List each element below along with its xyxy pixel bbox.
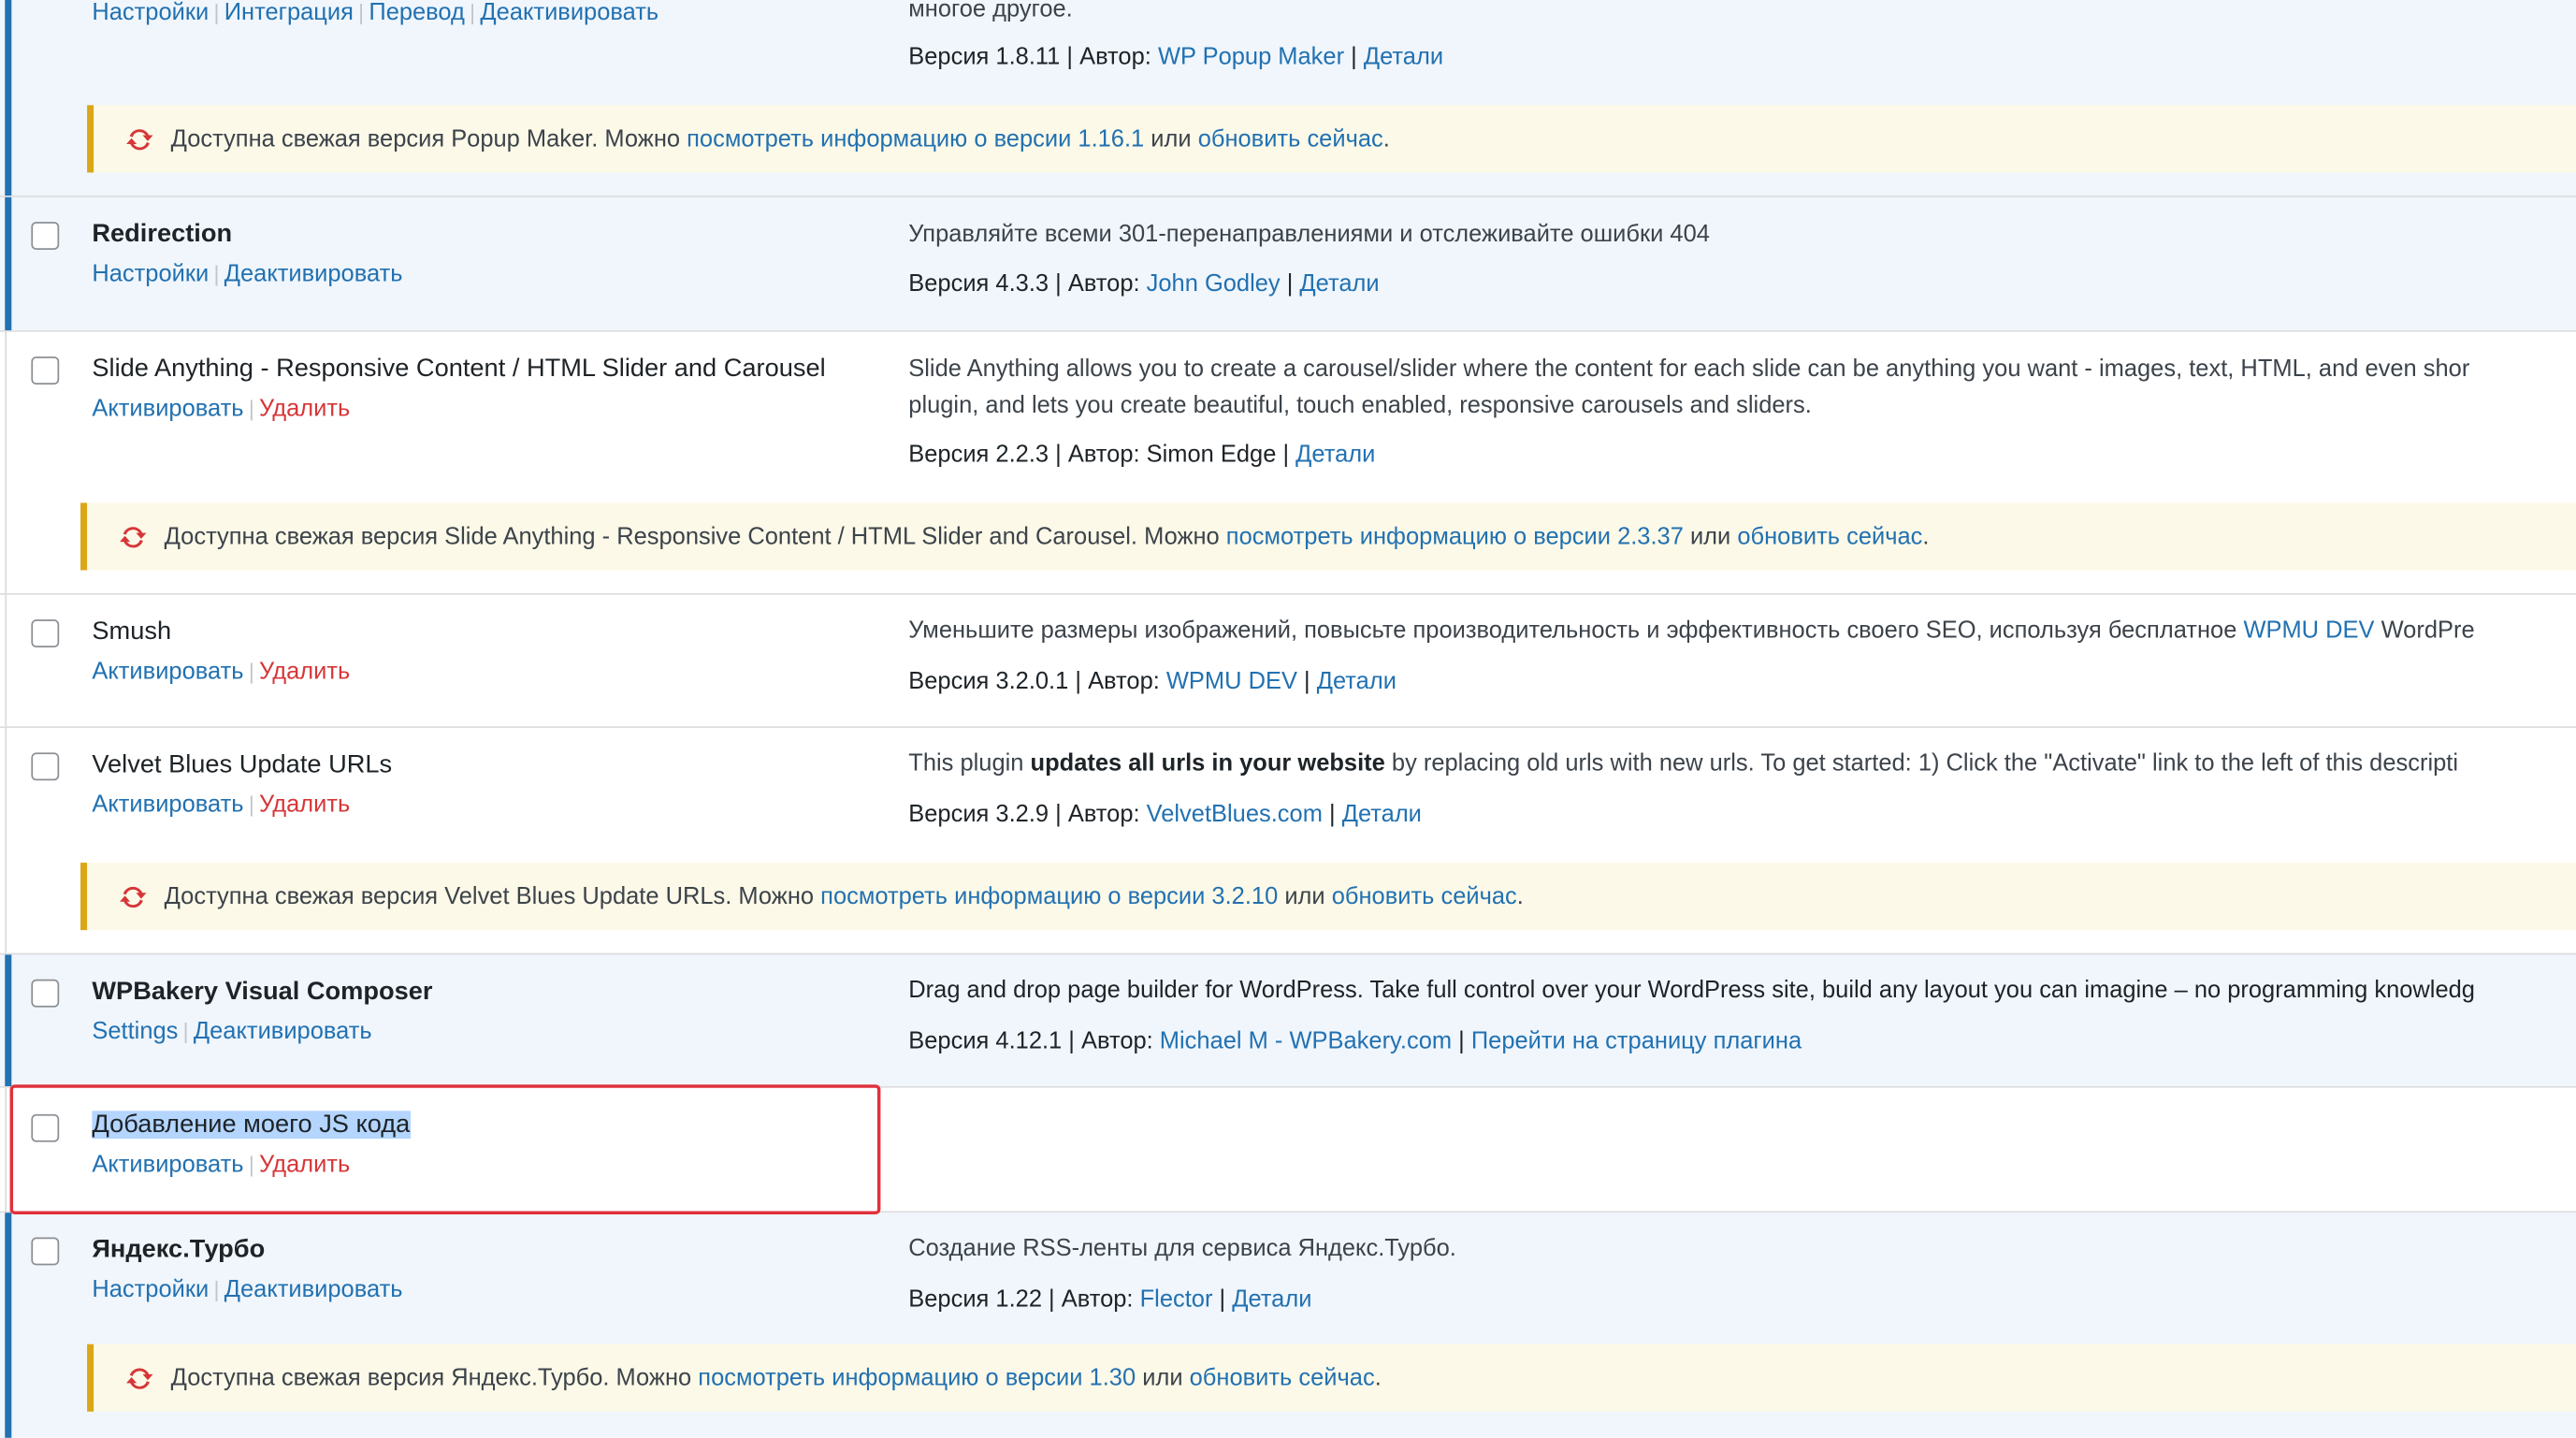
settings-link[interactable]: Настройки bbox=[92, 261, 209, 287]
plugin-actions: Настройки | Деактивировать bbox=[92, 1276, 403, 1303]
details-link[interactable]: Детали bbox=[1232, 1286, 1311, 1313]
update-now-link[interactable]: обновить сейчас bbox=[1737, 523, 1922, 549]
plugin-actions: Settings | Деактивировать bbox=[92, 1018, 372, 1046]
plugin-row-wpbakery: WPBakery Visual Composer Settings | Деакти… bbox=[0, 954, 2576, 1088]
plugin-version: Версия 2.2.3 | Автор: Simon Edge | Детал… bbox=[908, 442, 1376, 469]
update-icon bbox=[120, 526, 147, 547]
plugin-name: Slide Anything - Responsive Content / HT… bbox=[92, 355, 826, 384]
plugin-actions: Настройки | Интеграция | Перевод | Деактивиров… bbox=[92, 0, 659, 27]
plugin-description: Управляйте всеми 301-перенаправлениями и… bbox=[908, 222, 1710, 249]
deactivate-link[interactable]: Деактивировать bbox=[194, 1019, 372, 1045]
plugin-page-link[interactable]: Перейти на страницу плагина bbox=[1471, 1028, 1802, 1054]
view-version-link[interactable]: посмотреть информацию о версии 1.16.1 bbox=[687, 125, 1144, 152]
plugin-version: Версия 4.12.1 | Автор: Michael M - WPBak… bbox=[908, 1028, 1802, 1055]
deactivate-link[interactable]: Деактивировать bbox=[224, 261, 403, 287]
deactivate-link[interactable]: Деактивировать bbox=[480, 0, 658, 26]
plugin-description: многое другое. bbox=[908, 0, 1073, 23]
update-now-link[interactable]: обновить сейчас bbox=[1190, 1365, 1375, 1391]
author-link[interactable]: WPMU DEV bbox=[1166, 669, 1297, 695]
update-now-link[interactable]: обновить сейчас bbox=[1332, 883, 1517, 909]
plugin-row-my-js: Добавление моего JS кода Активировать | Уд… bbox=[0, 1087, 2576, 1213]
plugin-row-popup-maker: Настройки | Интеграция | Перевод | Деактивиров… bbox=[0, 0, 2576, 197]
author-link[interactable]: VelvetBlues.com bbox=[1147, 802, 1323, 828]
plugin-version: Версия 3.2.9 | Автор: VelvetBlues.com | … bbox=[908, 802, 1422, 829]
plugin-version: Версия 4.3.3 | Автор: John Godley | Дета… bbox=[908, 270, 1380, 298]
delete-link[interactable]: Удалить bbox=[259, 659, 350, 685]
author-link[interactable]: Michael M - WPBakery.com bbox=[1160, 1028, 1452, 1054]
selected-text: Добавление моего JS кода bbox=[92, 1111, 411, 1140]
delete-link[interactable]: Удалить bbox=[259, 792, 350, 819]
plugin-actions: Активировать | Удалить bbox=[92, 792, 351, 819]
plugin-checkbox[interactable] bbox=[31, 979, 60, 1008]
details-link[interactable]: Детали bbox=[1317, 669, 1397, 695]
delete-link[interactable]: Удалить bbox=[259, 1152, 350, 1178]
update-notice: Доступна свежая версия Slide Anything - … bbox=[80, 502, 2576, 571]
plugin-description: Создание RSS-ленты для сервиса Яндекс.Ту… bbox=[908, 1235, 1456, 1262]
plugin-version: Версия 1.8.11 | Автор: WP Popup Maker | … bbox=[908, 44, 1444, 71]
plugin-description: This plugin updates all urls in your web… bbox=[908, 750, 2459, 777]
details-link[interactable]: Детали bbox=[1342, 802, 1422, 828]
author-link[interactable]: WP Popup Maker bbox=[1158, 44, 1344, 70]
plugin-row-yandex-turbo: Яндекс.Турбо Настройки | Деактивировать Со… bbox=[0, 1213, 2576, 1438]
details-link[interactable]: Детали bbox=[1364, 44, 1443, 70]
author-link[interactable]: Flector bbox=[1140, 1286, 1213, 1313]
plugin-name: Добавление моего JS кода bbox=[92, 1111, 411, 1140]
activate-link[interactable]: Активировать bbox=[92, 792, 243, 819]
view-version-link[interactable]: посмотреть информацию о версии 2.3.37 bbox=[1226, 523, 1684, 549]
plugin-description: Drag and drop page builder for WordPress… bbox=[908, 978, 2475, 1005]
deactivate-link[interactable]: Деактивировать bbox=[224, 1277, 403, 1303]
plugin-checkbox[interactable] bbox=[31, 619, 60, 648]
plugin-checkbox[interactable] bbox=[31, 1113, 60, 1142]
plugin-name: Smush bbox=[92, 617, 172, 646]
translate-link[interactable]: Перевод bbox=[369, 0, 465, 26]
update-now-link[interactable]: обновить сейчас bbox=[1198, 125, 1383, 152]
details-link[interactable]: Детали bbox=[1299, 271, 1379, 298]
plugin-name: Velvet Blues Update URLs bbox=[92, 750, 393, 779]
plugin-name: WPBakery Visual Composer bbox=[92, 978, 433, 1006]
update-notice: Доступна свежая версия Popup Maker. Можн… bbox=[87, 105, 2576, 173]
plugin-name: Яндекс.Турбо bbox=[92, 1235, 266, 1264]
plugin-checkbox[interactable] bbox=[31, 1237, 60, 1266]
plugin-actions: Активировать | Удалить bbox=[92, 659, 351, 686]
update-icon bbox=[126, 1367, 153, 1388]
details-link[interactable]: Детали bbox=[1295, 442, 1375, 468]
delete-link[interactable]: Удалить bbox=[259, 396, 350, 422]
view-version-link[interactable]: посмотреть информацию о версии 3.2.10 bbox=[820, 883, 1278, 909]
plugin-row-velvet-blues: Velvet Blues Update URLs Активировать | Уд… bbox=[0, 728, 2576, 955]
settings-link[interactable]: Настройки bbox=[92, 0, 209, 26]
update-notice: Доступна свежая версия Яндекс.Турбо. Мож… bbox=[87, 1344, 2576, 1412]
plugin-description: Уменьшите размеры изображений, повысьте … bbox=[908, 617, 2475, 645]
plugin-actions: Активировать | Удалить bbox=[92, 1152, 351, 1179]
plugin-name: Redirection bbox=[92, 220, 233, 249]
settings-link[interactable]: Settings bbox=[92, 1019, 178, 1045]
settings-link[interactable]: Настройки bbox=[92, 1277, 209, 1303]
wpmu-dev-link[interactable]: WPMU DEV bbox=[2243, 617, 2374, 644]
plugin-row-smush: Smush Активировать | Удалить Уменьшите раз… bbox=[0, 594, 2576, 729]
activate-link[interactable]: Активировать bbox=[92, 659, 243, 685]
plugin-row-slide-anything: Slide Anything - Responsive Content / HT… bbox=[0, 331, 2576, 595]
plugin-checkbox[interactable] bbox=[31, 222, 60, 250]
activate-link[interactable]: Активировать bbox=[92, 396, 243, 422]
plugins-list: Настройки | Интеграция | Перевод | Деактивиров… bbox=[0, 0, 2576, 1438]
activate-link[interactable]: Активировать bbox=[92, 1152, 243, 1178]
plugin-row-redirection: Redirection Настройки | Деактивировать Упр… bbox=[0, 196, 2576, 332]
plugin-actions: Активировать | Удалить bbox=[92, 396, 351, 423]
update-notice: Доступна свежая версия Velvet Blues Upda… bbox=[80, 863, 2576, 931]
plugin-checkbox[interactable] bbox=[31, 356, 60, 385]
plugin-version: Версия 3.2.0.1 | Автор: WPMU DEV | Детал… bbox=[908, 668, 1397, 695]
author-link[interactable]: John Godley bbox=[1147, 271, 1281, 298]
plugin-actions: Настройки | Деактивировать bbox=[92, 261, 403, 288]
plugin-description: Slide Anything allows you to create a ca… bbox=[908, 356, 2470, 419]
update-icon bbox=[126, 128, 153, 150]
plugin-version: Версия 1.22 | Автор: Flector | Детали bbox=[908, 1286, 1312, 1314]
integration-link[interactable]: Интеграция bbox=[224, 0, 354, 26]
view-version-link[interactable]: посмотреть информацию о версии 1.30 bbox=[698, 1365, 1136, 1391]
update-icon bbox=[120, 886, 147, 908]
plugin-checkbox[interactable] bbox=[31, 752, 60, 781]
